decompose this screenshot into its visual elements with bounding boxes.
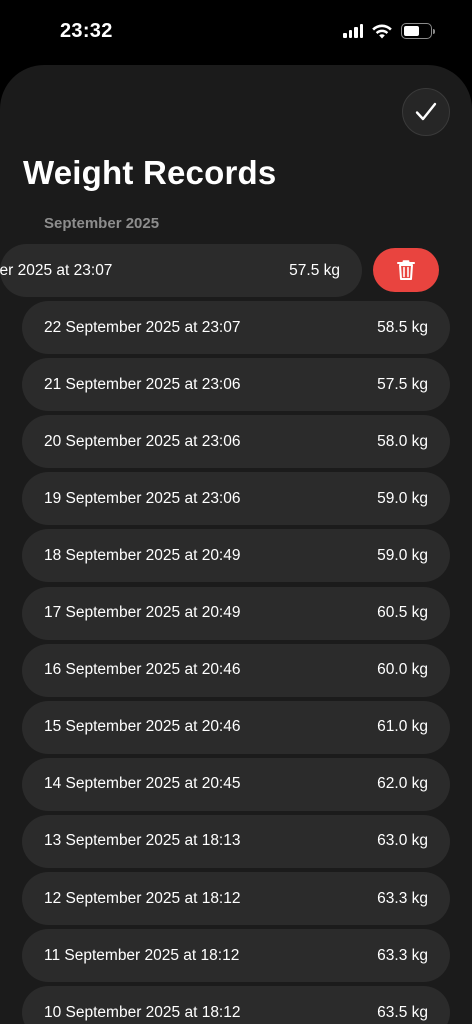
status-time: 23:32 xyxy=(60,20,113,42)
list-item[interactable]: 17 September 2025 at 20:49 60.5 kg xyxy=(22,586,450,640)
record-weight: 58.0 kg xyxy=(377,432,428,450)
record-date: 19 September 2025 at 23:06 xyxy=(44,489,241,507)
record-weight: 59.0 kg xyxy=(377,489,428,507)
list-item[interactable]: 10 September 2025 at 18:12 63.5 kg xyxy=(22,986,450,1024)
list-item[interactable]: 18 September 2025 at 20:49 59.0 kg xyxy=(22,529,450,583)
list-item[interactable]: 19 September 2025 at 23:06 59.0 kg xyxy=(22,472,450,526)
record-date: 15 September 2025 at 20:46 xyxy=(44,718,241,736)
record-date: 22 September 2025 at 23:07 xyxy=(44,318,241,336)
section-header: September 2025 xyxy=(44,215,160,232)
battery-icon xyxy=(401,23,435,39)
list-item-swiped[interactable]: mber 2025 at 23:07 57.5 kg xyxy=(0,244,362,297)
page-title: Weight Records xyxy=(23,154,277,191)
record-weight: 57.5 kg xyxy=(289,261,340,279)
checkmark-icon xyxy=(415,102,437,121)
record-weight: 57.5 kg xyxy=(377,375,428,393)
list-item[interactable]: 15 September 2025 at 20:46 61.0 kg xyxy=(22,700,450,754)
list-item[interactable]: 12 September 2025 at 18:12 63.3 kg xyxy=(22,872,450,925)
record-weight: 58.5 kg xyxy=(377,318,428,336)
record-date: 17 September 2025 at 20:49 xyxy=(44,604,241,621)
wifi-icon xyxy=(372,24,392,39)
record-date: mber 2025 at 23:07 xyxy=(0,261,113,279)
trash-icon xyxy=(397,260,415,280)
record-weight: 63.5 kg xyxy=(377,1003,428,1021)
record-date: 13 September 2025 at 18:13 xyxy=(44,832,241,850)
record-date: 21 September 2025 at 23:06 xyxy=(44,375,241,393)
list-item[interactable]: 14 September 2025 at 20:45 62.0 kg xyxy=(22,757,450,811)
list-item[interactable]: 11 September 2025 at 18:12 63.3 kg xyxy=(22,929,450,983)
record-date: 18 September 2025 at 20:49 xyxy=(44,546,241,564)
record-date: 14 September 2025 at 20:45 xyxy=(44,775,241,793)
record-date: 11 September 2025 at 18:12 xyxy=(44,946,240,964)
record-date: 12 September 2025 at 18:12 xyxy=(44,889,241,907)
list-item[interactable]: 20 September 2025 at 23:06 58.0 kg xyxy=(22,415,450,469)
list-item[interactable]: 13 September 2025 at 18:13 63.0 kg xyxy=(22,814,450,868)
status-bar: 23:32 xyxy=(0,0,472,62)
record-weight: 63.3 kg xyxy=(377,946,428,964)
status-icons xyxy=(343,23,435,39)
list-item[interactable]: 21 September 2025 at 23:06 57.5 kg xyxy=(22,358,450,412)
record-date: 16 September 2025 at 20:46 xyxy=(44,661,241,679)
cellular-signal-icon xyxy=(343,24,363,38)
record-weight: 60.5 kg xyxy=(377,604,428,621)
record-date: 20 September 2025 at 23:06 xyxy=(44,432,241,450)
done-button[interactable] xyxy=(402,88,450,136)
weight-records-sheet: Weight Records September 2025 mber 2025 … xyxy=(0,65,472,1024)
record-weight: 60.0 kg xyxy=(377,661,428,679)
record-weight: 63.3 kg xyxy=(377,889,428,907)
record-date: 10 September 2025 at 18:12 xyxy=(44,1003,241,1021)
record-weight: 61.0 kg xyxy=(377,718,428,736)
record-weight: 62.0 kg xyxy=(377,775,428,793)
delete-button[interactable] xyxy=(373,248,439,292)
record-weight: 63.0 kg xyxy=(377,832,428,850)
list-item[interactable]: 16 September 2025 at 20:46 60.0 kg xyxy=(22,643,450,697)
list-item[interactable]: 22 September 2025 at 23:07 58.5 kg xyxy=(22,301,450,354)
record-weight: 59.0 kg xyxy=(377,546,428,564)
